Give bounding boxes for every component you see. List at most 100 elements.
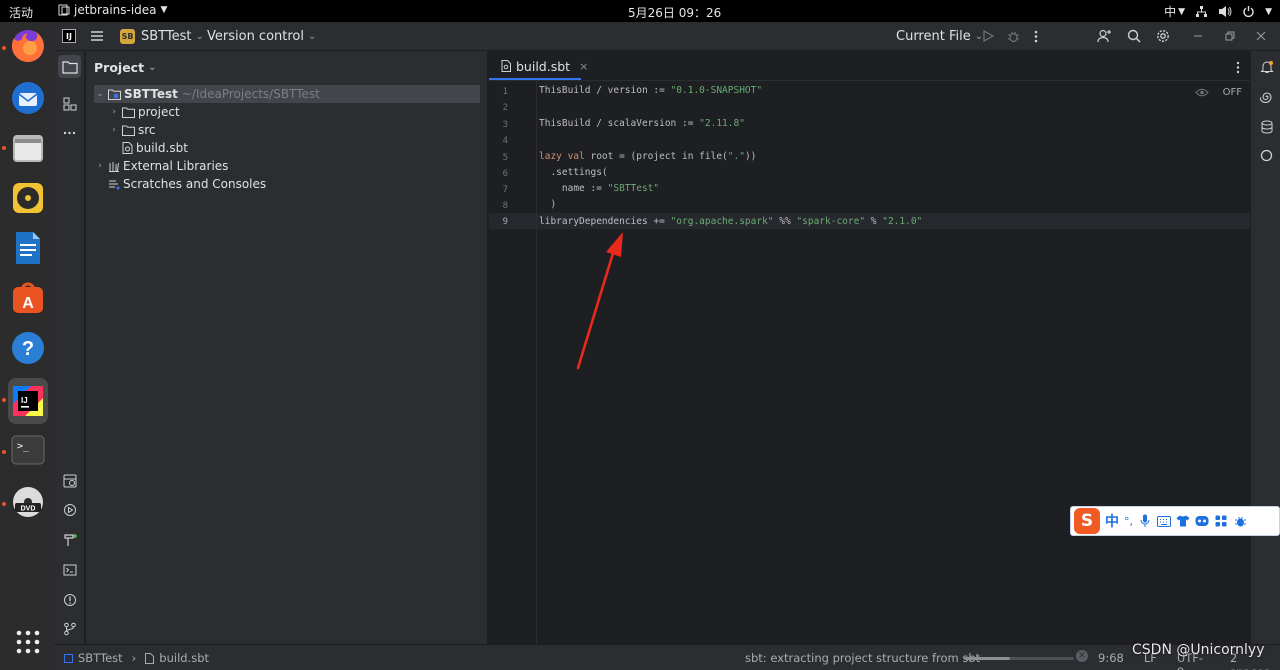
toolbox-grid-icon[interactable] [1214,514,1228,528]
firefox-icon[interactable] [8,26,48,66]
code-line-6[interactable]: .settings( [539,167,607,178]
problems-tool-button[interactable] [58,588,81,611]
string-literal: "2.11.8" [699,118,745,129]
cancel-task-icon[interactable]: × [1076,650,1088,662]
chevron-down-icon[interactable]: ⌄ [94,89,106,99]
project-view-selector[interactable]: Project ⌄ [94,60,156,75]
power-icon[interactable] [1242,5,1255,18]
notifications-button[interactable] [1255,55,1278,78]
more-actions-button[interactable] [1034,22,1038,50]
code-line-9[interactable]: libraryDependencies += "org.apache.spark… [539,216,922,227]
build-tool-button[interactable] [58,528,81,551]
caret-position[interactable]: 9:68 [1098,651,1124,670]
right-tool-strip [1250,51,1280,644]
activities-button[interactable]: 活动 [9,4,33,21]
chevron-right-icon[interactable]: › [108,125,120,135]
settings-button[interactable] [1156,22,1170,50]
volume-icon[interactable] [1218,5,1232,18]
ime-logo[interactable]: S [1074,508,1100,534]
sbt-tool-button[interactable] [1255,144,1278,167]
writer-icon[interactable] [8,228,48,268]
code-line-1[interactable]: ThisBuild / version := "0.1.0-SNAPSHOT" [539,85,762,96]
caret-down-icon: ▼ [1265,6,1272,17]
show-apps-grid-icon[interactable] [8,622,48,662]
project-badge: SB [120,28,135,44]
database-button[interactable] [1255,115,1278,138]
input-method-indicator[interactable]: 中 [1164,3,1176,20]
main-menu-button[interactable] [90,22,104,50]
bug-report-icon[interactable] [1233,514,1247,528]
svg-text:IJ: IJ [21,396,28,405]
minimize-button[interactable] [1193,22,1203,50]
project-tool-button[interactable] [58,55,81,78]
reader-mode-toggle[interactable]: OFF [1223,87,1242,98]
run-button[interactable] [982,22,994,50]
tree-root-sbttest[interactable]: ⌄ SBTTest ~/IdeaProjects/SBTTest [94,85,480,103]
skin-shirt-icon[interactable] [1176,514,1190,528]
help-icon[interactable]: ? [8,328,48,368]
circle-icon [1260,149,1273,162]
ai-assistant-button[interactable] [1255,85,1278,108]
code-line-7[interactable]: name := "SBTTest" [539,183,659,194]
vcs-widget[interactable]: Version control ⌄ [207,22,316,50]
breadcrumb-project[interactable]: SBTTest [78,651,123,665]
app-menu[interactable]: jetbrains-idea ▼ [58,3,167,17]
structure-tool-button[interactable] [58,92,81,115]
code-line-8[interactable]: ) [539,199,556,210]
run-tool-button[interactable] [58,498,81,521]
network-icon[interactable] [1195,5,1208,18]
line-number-gutter[interactable]: 1 2 3 4 5 6 7 8 9 [489,81,537,644]
code-text: )) [744,151,757,162]
ime-mode-toggle[interactable]: 中 [1105,511,1119,531]
minimize-icon [1194,35,1202,37]
tree-item-build-sbt[interactable]: build.sbt [120,139,188,157]
app-center-icon[interactable]: A [8,278,48,318]
terminal-tool-button[interactable] [58,558,81,581]
tree-item-src[interactable]: › src [108,121,156,139]
ime-punctuation-toggle[interactable]: °, [1124,515,1133,528]
git-tool-button[interactable] [58,617,81,640]
chevron-right-icon[interactable]: › [94,161,106,171]
caret-down-icon: ▼ [160,5,168,15]
tree-item-label: src [138,123,156,137]
project-widget[interactable]: SB SBTTest ⌄ [120,22,204,50]
tree-item-project[interactable]: › project [108,103,179,121]
chevron-right-icon[interactable]: › [108,107,120,117]
search-everywhere-button[interactable] [1127,22,1141,50]
microphone-icon[interactable] [1138,514,1152,528]
breadcrumb-file[interactable]: build.sbt [159,651,209,665]
code-line-3[interactable]: ThisBuild / scalaVersion := "2.11.8" [539,118,745,129]
app-name: jetbrains-idea [74,3,157,17]
system-tray[interactable]: 中 ▼ ▼ [1164,3,1272,20]
code-line-5[interactable]: lazy val root = (project in file(".")) [539,151,756,162]
close-tab-icon[interactable]: × [579,60,588,73]
clock[interactable]: 5月26日 09：26 [628,4,721,21]
thunderbird-icon[interactable] [8,78,48,118]
restore-button[interactable] [1225,22,1235,50]
tab-build-sbt[interactable]: build.sbt × [489,51,588,81]
tree-item-external-libraries[interactable]: › External Libraries [94,157,228,175]
tree-item-scratches[interactable]: Scratches and Consoles [106,175,266,193]
navigation-breadcrumb[interactable]: SBTTest › build.sbt [64,651,209,665]
eye-icon[interactable] [1194,88,1209,97]
debug-button[interactable] [1007,22,1020,50]
terminal-icon[interactable]: >_ [8,430,48,470]
dvd-icon[interactable]: DVD [8,482,48,522]
background-task-label[interactable]: sbt: extracting project structure from s… [745,651,980,665]
files-icon[interactable] [8,128,48,168]
services-tool-button[interactable] [58,469,81,492]
running-indicator [2,398,6,402]
intellij-idea-icon[interactable]: IJ [8,378,48,424]
reader-mode-controls[interactable]: OFF [1194,87,1242,98]
tab-actions-button[interactable] [1236,59,1240,78]
code-with-me-button[interactable] [1097,22,1112,50]
run-config-selector[interactable]: Current File ⌄ [896,22,983,50]
module-folder-icon [108,89,121,100]
tree-item-label: External Libraries [123,159,229,173]
close-window-button[interactable] [1256,22,1266,50]
rhythmbox-icon[interactable] [8,178,48,218]
bell-icon [1259,60,1274,73]
emoji-icon[interactable] [1195,514,1209,528]
more-tools-button[interactable] [58,121,81,144]
keyboard-icon[interactable] [1157,514,1171,528]
